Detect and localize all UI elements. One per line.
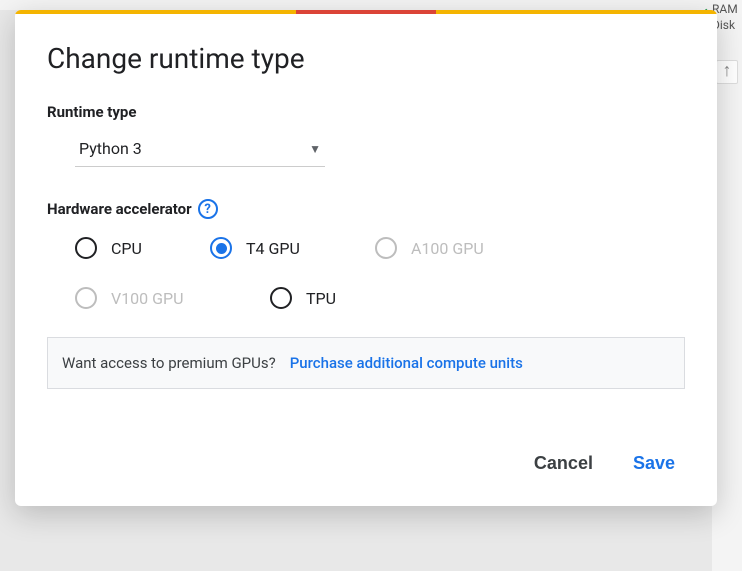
radio-icon [75,237,97,259]
hardware-accelerator-label: Hardware accelerator [47,200,192,218]
radio-v100-gpu: V100 GPU [75,287,270,309]
runtime-type-label: Runtime type [47,103,685,121]
radio-cpu[interactable]: CPU [75,237,210,259]
radio-icon [210,237,232,259]
radio-a100-gpu: A100 GPU [375,237,555,259]
runtime-type-select[interactable]: Python 3 ▼ [75,133,325,167]
radio-icon [270,287,292,309]
help-icon[interactable]: ? [198,199,218,219]
purchase-compute-units-link[interactable]: Purchase additional compute units [290,354,523,372]
radio-tpu[interactable]: TPU [270,287,336,309]
radio-icon [375,237,397,259]
change-runtime-dialog: Change runtime type Runtime type Python … [15,10,717,506]
premium-gpu-promo: Want access to premium GPUs? Purchase ad… [47,337,685,389]
save-button[interactable]: Save [627,449,681,478]
cancel-button[interactable]: Cancel [528,449,599,478]
upload-icon[interactable]: ↑ [716,60,738,84]
radio-icon [75,287,97,309]
runtime-type-value: Python 3 [79,139,142,158]
caret-down-icon: ▼ [309,142,321,156]
hardware-accelerator-options: CPU T4 GPU A100 GPU V100 GPU T [75,237,685,309]
promo-text: Want access to premium GPUs? [62,354,276,372]
dialog-title: Change runtime type [47,42,685,75]
radio-t4-gpu[interactable]: T4 GPU [210,237,375,259]
